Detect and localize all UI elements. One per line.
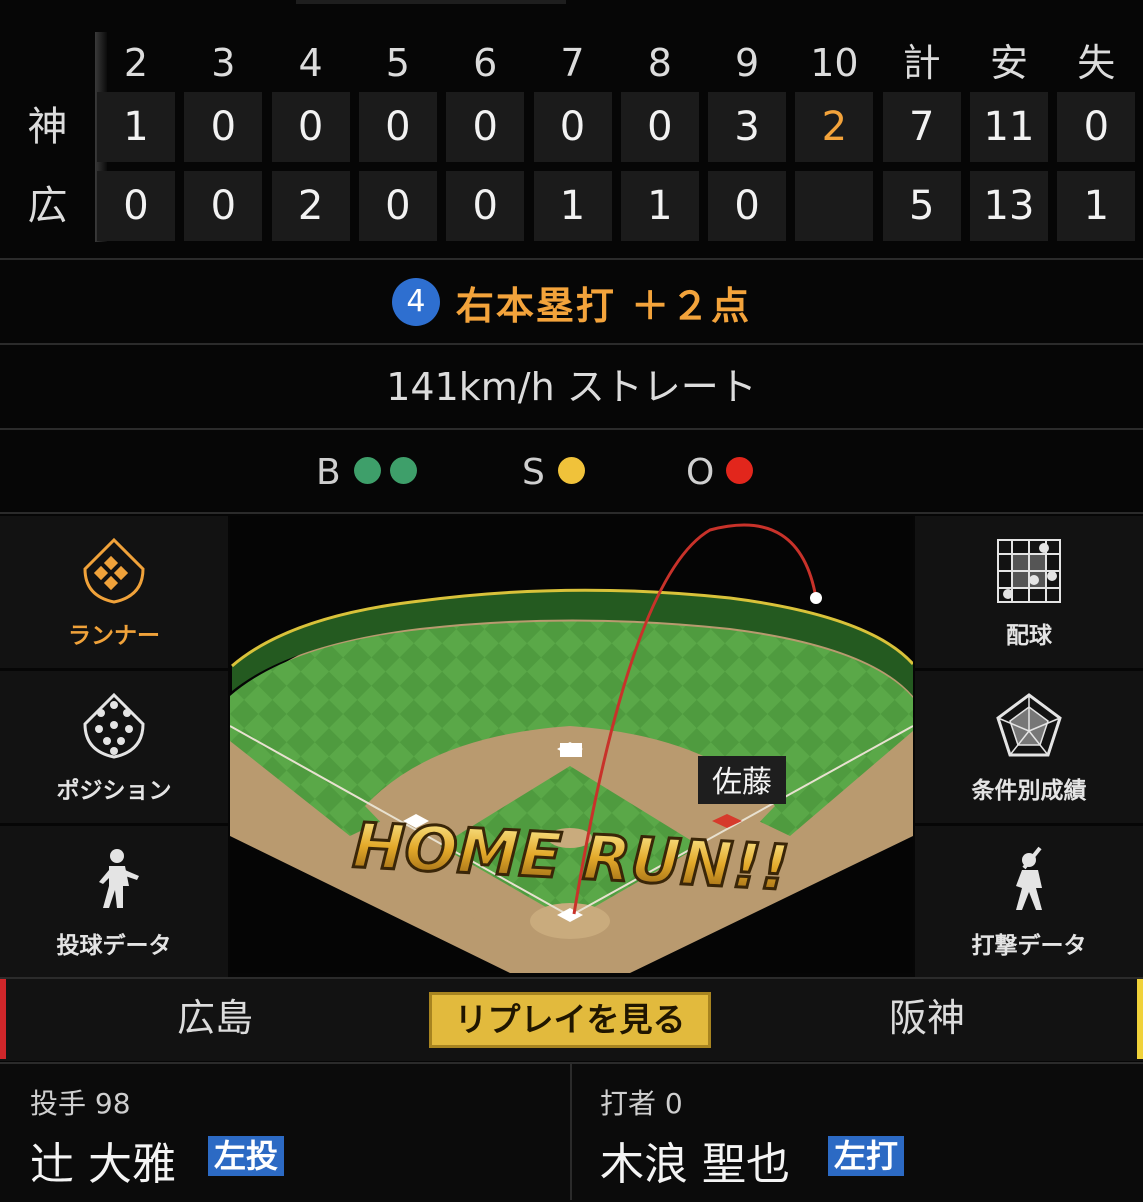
hanshin-color-bar xyxy=(1137,979,1143,1059)
runner-button-label: ランナー xyxy=(68,623,160,649)
score-cell: 1 xyxy=(1057,171,1136,241)
inning-header: 計 xyxy=(902,41,941,85)
inning-header: 8 xyxy=(647,41,672,85)
batter-icon xyxy=(1016,846,1042,910)
score-cell: 0 xyxy=(533,92,612,162)
inning-header: 3 xyxy=(211,41,236,85)
strikes-label: S xyxy=(522,452,545,493)
field-diagram: 佐藤 HOME RUN!! xyxy=(230,523,913,973)
tab-hanshin[interactable]: 阪神 xyxy=(812,977,1042,1059)
score-cell: 5 xyxy=(882,171,961,241)
runner-diamond-icon xyxy=(83,537,145,604)
score-cell: 2 xyxy=(271,171,350,241)
score-cell: 0 xyxy=(184,92,263,162)
baseball-field: 佐藤 HOME RUN!! xyxy=(230,516,913,973)
position-icon xyxy=(83,692,145,759)
divider xyxy=(0,512,1143,514)
replay-button[interactable]: リプレイを見る xyxy=(429,992,711,1048)
team-hanshin-label: 神 xyxy=(27,104,68,150)
pitch-location-button-label: 配球 xyxy=(1006,623,1052,649)
score-cell: 7 xyxy=(882,92,961,162)
inning-header: 7 xyxy=(560,41,585,85)
batter-role: 打者 0 xyxy=(600,1087,683,1120)
score-cell: 0 xyxy=(708,171,787,241)
pitch-location-button[interactable]: 配球 xyxy=(915,516,1143,668)
pitch-info: 141km/h ストレート xyxy=(0,343,1143,429)
balls-label: B xyxy=(316,452,341,493)
score-cell xyxy=(795,171,874,241)
play-result-text: 右本塁打 ＋２点 xyxy=(455,283,752,328)
ball-dot xyxy=(354,457,381,484)
score-cell: 0 xyxy=(271,92,350,162)
outs-label: O xyxy=(686,452,715,493)
play-summary: 4 右本塁打 ＋２点 xyxy=(0,258,1143,344)
inning-header: 安 xyxy=(989,41,1028,85)
score-cell: 0 xyxy=(97,171,175,241)
runner-button[interactable]: ランナー xyxy=(0,516,228,668)
hiroshima-color-bar xyxy=(0,979,6,1059)
pitching-data-button-label: 投球データ xyxy=(56,933,172,959)
fielder-label: 佐藤 xyxy=(712,765,772,800)
batting-data-button[interactable]: 打撃データ xyxy=(915,826,1143,978)
pitcher-hand-badge: 左投 xyxy=(208,1136,285,1176)
batter-hand-badge: 左打 xyxy=(828,1136,905,1176)
inning-header: 9 xyxy=(735,41,760,85)
score-cell: 0 xyxy=(184,171,263,241)
score-cell: 0 xyxy=(446,92,525,162)
batting-data-button-label: 打撃データ xyxy=(971,933,1087,959)
inning-header: 4 xyxy=(298,41,323,85)
split-stats-button[interactable]: 条件別成績 xyxy=(915,671,1143,823)
score-cell: 0 xyxy=(620,92,699,162)
split-stats-button-label: 条件別成績 xyxy=(971,778,1087,804)
inning-header: 2 xyxy=(123,41,149,85)
inning-header: 10 xyxy=(810,41,859,85)
score-cell: 13 xyxy=(970,171,1048,241)
score-cell: 1 xyxy=(533,171,612,241)
inning-header: 5 xyxy=(385,41,410,85)
pitch-grid-icon xyxy=(997,539,1061,603)
inning-header: 6 xyxy=(473,41,498,85)
pitcher-role: 投手 98 xyxy=(30,1087,131,1120)
score-cell: 1 xyxy=(620,171,699,241)
radar-chart-icon xyxy=(996,693,1062,757)
pitcher-icon xyxy=(99,849,139,908)
ball-landing-point xyxy=(810,592,822,604)
top-divider xyxy=(296,0,566,4)
score-cell: 0 xyxy=(358,171,437,241)
batter-name: 木浪 聖也 xyxy=(600,1139,790,1190)
out-dot xyxy=(726,457,753,484)
pitching-data-button[interactable]: 投球データ xyxy=(0,826,228,978)
inning-header: 失 xyxy=(1077,41,1116,85)
score-cell: 1 xyxy=(97,92,175,162)
score-cell: 2 xyxy=(795,92,874,162)
score-cell: 0 xyxy=(1057,92,1136,162)
pitcher-name: 辻 大雅 xyxy=(30,1139,176,1190)
ball-dot xyxy=(390,457,417,484)
position-button[interactable]: ポジション xyxy=(0,671,228,823)
score-cell: 0 xyxy=(446,171,525,241)
position-button-label: ポジション xyxy=(56,778,172,804)
score-cell: 0 xyxy=(358,92,437,162)
player-divider xyxy=(570,1062,572,1200)
strike-dot xyxy=(558,457,585,484)
score-cell: 11 xyxy=(970,92,1048,162)
tab-hiroshima[interactable]: 広島 xyxy=(100,977,330,1059)
play-number-badge: 4 xyxy=(391,278,440,326)
team-hiroshima-label: 広 xyxy=(27,183,68,229)
score-cell: 3 xyxy=(708,92,787,162)
